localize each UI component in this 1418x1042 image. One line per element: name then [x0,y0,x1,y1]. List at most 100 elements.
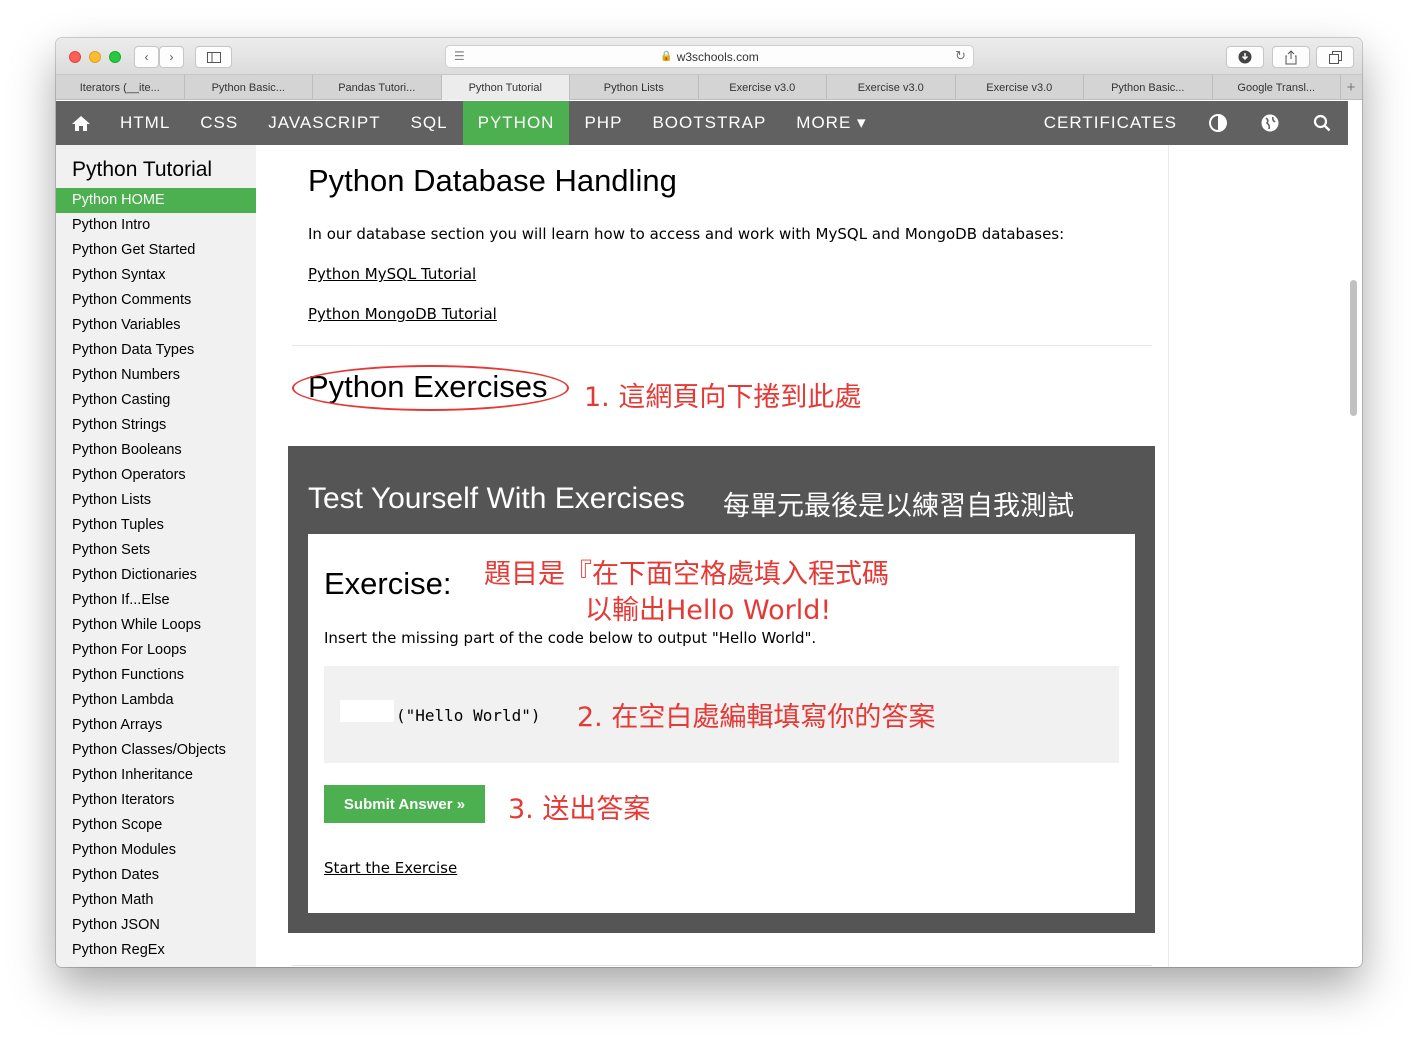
chevron-right-icon: › [169,50,174,64]
sidebar-item[interactable]: Python Variables [56,313,256,338]
nav-sql[interactable]: SQL [396,101,463,145]
sidebar-item[interactable]: Python Numbers [56,363,256,388]
sidebar-item[interactable]: Python Dates [56,863,256,888]
mysql-tutorial-link[interactable]: Python MySQL Tutorial [308,265,476,283]
tab-bar: Iterators (__ite... Python Basic... Pand… [56,75,1362,100]
sidebar-item[interactable]: Python Lists [56,488,256,513]
nav-css[interactable]: CSS [185,101,253,145]
sidebar-item[interactable]: Python Intro [56,213,256,238]
search-button[interactable] [1296,101,1348,145]
globe-icon [1261,114,1279,132]
new-tab-button[interactable]: + [1341,75,1361,99]
sidebar-item-python-home[interactable]: Python HOME [56,188,256,213]
address-bar[interactable]: ☰ 🔒 w3schools.com ↻ [445,45,974,68]
sidebar-item[interactable]: Python Classes/Objects [56,738,256,763]
exercise-card: Exercise: 題目是『在下面空格處填入程式碼 以輸出Hello World… [308,534,1135,913]
zoom-window-button[interactable] [109,51,121,63]
annotation-step-3: 3. 送出答案 [508,794,651,825]
database-description: In our database section you will learn h… [308,225,1065,243]
nav-php[interactable]: PHP [569,101,637,145]
home-icon [72,115,90,131]
annotation-question-line2: 以輸出Hello World! [585,595,832,626]
mongodb-tutorial-link[interactable]: Python MongoDB Tutorial [308,305,497,323]
sidebar-item[interactable]: Python While Loops [56,613,256,638]
sidebar-item[interactable]: Python Modules [56,838,256,863]
sidebar-item[interactable]: Python Casting [56,388,256,413]
sidebar-item[interactable]: Python Comments [56,288,256,313]
nav-bootstrap[interactable]: BOOTSTRAP [637,101,781,145]
sidebar-item[interactable]: Python Iterators [56,788,256,813]
browser-tab-active[interactable]: Python Tutorial [441,75,570,100]
tabs-icon [1328,50,1342,64]
reload-icon[interactable]: ↻ [955,48,966,64]
nav-javascript[interactable]: JAVASCRIPT [253,101,395,145]
sidebar-item[interactable]: Python Lambda [56,688,256,713]
sidebar-item[interactable]: Python Tuples [56,513,256,538]
submit-answer-button[interactable]: Submit Answer » [324,785,485,823]
annotation-step-2: 2. 在空白處編輯填寫你的答案 [577,702,936,733]
browser-tab[interactable]: Python Basic... [1084,75,1213,100]
address-text: w3schools.com [676,49,759,64]
nav-html[interactable]: HTML [105,101,185,145]
search-icon [1313,114,1331,132]
nav-python[interactable]: PYTHON [462,101,570,145]
sidebar-item[interactable]: Python Syntax [56,263,256,288]
download-icon [1238,50,1252,64]
sidebar-item[interactable]: Python Strings [56,413,256,438]
reader-icon[interactable]: ☰ [454,49,465,63]
browser-tab[interactable]: Exercise v3.0 [956,75,1084,100]
downloads-button[interactable] [1226,46,1264,68]
exercise-panel: Test Yourself With Exercises 每單元最後是以練習自我… [288,446,1155,933]
browser-toolbar: ‹ › ☰ 🔒 w3schools.com ↻ [56,38,1362,75]
sidebar-item[interactable]: Python For Loops [56,638,256,663]
translate-button[interactable] [1244,101,1296,145]
tab-overview-button[interactable] [1316,46,1354,68]
forward-button[interactable]: › [159,46,184,68]
sidebar-item[interactable]: Python Data Types [56,338,256,363]
sidebar-toggle-button[interactable] [195,46,232,68]
theme-toggle-button[interactable] [1192,101,1244,145]
sidebar-item[interactable]: Python Operators [56,463,256,488]
sidebar-item[interactable]: Python Inheritance [56,763,256,788]
sidebar-item[interactable]: Python Dictionaries [56,563,256,588]
sidebar-title: Python Tutorial [72,158,213,181]
sidebar-item[interactable]: Python Booleans [56,438,256,463]
browser-tab[interactable]: Iterators (__ite... [56,75,185,100]
nav-certificates[interactable]: CERTIFICATES [1029,101,1192,145]
sidebar-list: Python HOME Python Intro Python Get Star… [56,188,256,963]
code-answer-input[interactable] [340,700,394,722]
sidebar-item[interactable]: Python Get Started [56,238,256,263]
sidebar-item[interactable]: Python Functions [56,663,256,688]
chevron-left-icon: ‹ [144,50,149,64]
sidebar-item[interactable]: Python JSON [56,913,256,938]
browser-window: ‹ › ☰ 🔒 w3schools.com ↻ Iterators (__ite… [56,38,1362,967]
exercise-panel-title: Test Yourself With Exercises [308,482,685,515]
annotation-test-yourself: 每單元最後是以練習自我測試 [723,491,1074,522]
minimize-window-button[interactable] [89,51,101,63]
browser-tab[interactable]: Python Lists [570,75,699,100]
divider [292,345,1152,346]
home-button[interactable] [56,101,105,145]
back-button[interactable]: ‹ [134,46,159,68]
annotation-circle [292,365,569,411]
sidebar-item[interactable]: Python If...Else [56,588,256,613]
sidebar-item[interactable]: Python Scope [56,813,256,838]
code-area: ("Hello World") 2. 在空白處編輯填寫你的答案 [324,666,1119,763]
lock-icon: 🔒 [660,51,673,62]
browser-tab[interactable]: Google Transl... [1213,75,1341,100]
sidebar-item[interactable]: Python Arrays [56,713,256,738]
sidebar-item[interactable]: Python Sets [56,538,256,563]
share-button[interactable] [1272,46,1310,68]
sidebar-item[interactable]: Python RegEx [56,938,256,963]
browser-tab[interactable]: Pandas Tutori... [313,75,442,100]
contrast-icon [1209,114,1227,132]
exercise-description: Insert the missing part of the code belo… [324,629,817,647]
sidebar-item[interactable]: Python Math [56,888,256,913]
page-scrollbar[interactable] [1350,280,1357,416]
browser-tab[interactable]: Exercise v3.0 [827,75,956,100]
close-window-button[interactable] [69,51,81,63]
browser-tab[interactable]: Python Basic... [185,75,313,100]
start-exercise-link[interactable]: Start the Exercise [324,859,457,877]
nav-more[interactable]: MORE ▾ [781,101,881,145]
browser-tab[interactable]: Exercise v3.0 [699,75,827,100]
